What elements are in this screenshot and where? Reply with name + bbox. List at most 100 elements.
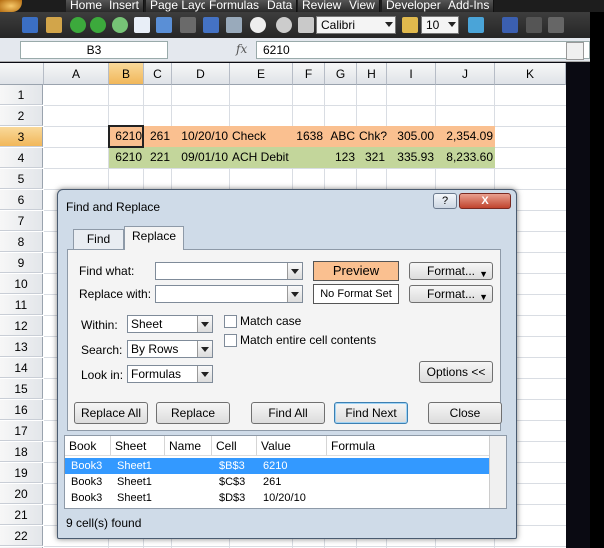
chevron-down-icon[interactable] [197, 366, 212, 382]
formula-input[interactable]: 6210 [256, 41, 590, 59]
back-icon[interactable] [70, 17, 86, 33]
shape-icon[interactable] [276, 17, 292, 33]
cell-f3[interactable]: 1638 [293, 126, 325, 146]
cell-g4[interactable]: 123 [325, 147, 357, 167]
options-button[interactable]: Options << [419, 361, 493, 383]
circle-icon[interactable] [250, 17, 266, 33]
column-header-k[interactable]: K [495, 63, 566, 85]
row-header-8[interactable]: 8 [0, 232, 43, 252]
fill-color-icon[interactable] [468, 17, 484, 33]
close-button[interactable]: Close [428, 402, 502, 424]
chart-icon[interactable] [226, 17, 242, 33]
help-button[interactable]: ? [433, 193, 457, 209]
row-header-10[interactable]: 10 [0, 274, 43, 294]
column-header-a[interactable]: A [44, 63, 109, 85]
cell-e4[interactable]: ACH Debit [230, 147, 293, 167]
tab-replace[interactable]: Replace [124, 226, 184, 250]
tab-review[interactable]: Review [298, 0, 347, 12]
row-header-5[interactable]: 5 [0, 169, 43, 189]
tab-developer[interactable]: Developer [382, 0, 446, 12]
text-box-icon[interactable] [298, 17, 314, 33]
column-header-g[interactable]: G [325, 63, 357, 85]
row-header-1[interactable]: 1 [0, 85, 43, 105]
column-header-c[interactable]: C [144, 63, 172, 85]
clear-icon[interactable] [526, 17, 542, 33]
cell-d4[interactable]: 09/01/10 [172, 147, 230, 167]
font-name-select[interactable]: Calibri [316, 16, 396, 34]
row-header-4[interactable]: 4 [0, 148, 43, 168]
result-row[interactable]: Book3 Sheet1 $B$3 6210 [65, 458, 489, 474]
font-color-icon[interactable] [502, 17, 518, 33]
results-header-formula[interactable]: Formula [327, 436, 489, 456]
expand-formula-bar-button[interactable] [566, 42, 584, 60]
search-select[interactable]: By Rows [127, 340, 213, 358]
results-header-value[interactable]: Value [257, 436, 327, 456]
find-all-button[interactable]: Find All [251, 402, 325, 424]
cell-c3[interactable]: 261 [144, 126, 172, 146]
cell-h4[interactable]: 321 [357, 147, 387, 167]
cell-e3[interactable]: Check [230, 126, 293, 146]
cell-h3[interactable]: Chk? [357, 126, 387, 146]
refresh-icon[interactable] [112, 17, 128, 33]
column-header-e[interactable]: E [230, 63, 293, 85]
filter-icon[interactable] [180, 17, 196, 33]
tab-add-ins[interactable]: Add-Ins [444, 0, 495, 12]
results-header-book[interactable]: Book [65, 436, 111, 456]
bold-icon[interactable] [548, 17, 564, 33]
within-select[interactable]: Sheet [127, 315, 213, 333]
cell-g3[interactable]: ABC [325, 126, 357, 146]
forward-icon[interactable] [90, 17, 106, 33]
match-case-checkbox[interactable] [224, 315, 237, 328]
row-header-9[interactable]: 9 [0, 253, 43, 273]
cell-f4[interactable] [293, 147, 325, 167]
results-scrollbar[interactable] [489, 436, 506, 508]
paint-icon[interactable] [402, 17, 418, 33]
results-header-sheet[interactable]: Sheet [111, 436, 165, 456]
cell-d3[interactable]: 10/20/10 [172, 126, 230, 146]
font-size-select[interactable]: 10 [421, 16, 459, 34]
undo-icon[interactable] [156, 17, 172, 33]
tab-data[interactable]: Data [263, 0, 298, 12]
row-header-6[interactable]: 6 [0, 190, 43, 210]
grid-icon[interactable] [203, 17, 219, 33]
row-header-20[interactable]: 20 [0, 484, 43, 504]
column-header-b[interactable]: B [109, 63, 144, 85]
row-header-17[interactable]: 17 [0, 421, 43, 441]
save-icon[interactable] [22, 17, 38, 33]
tab-view[interactable]: View [345, 0, 380, 12]
tab-home[interactable]: Home [66, 0, 108, 12]
replace-with-input[interactable] [155, 285, 303, 303]
row-header-3[interactable]: 3 [0, 127, 43, 147]
tab-formulas[interactable]: Formulas [205, 0, 265, 12]
row-header-2[interactable]: 2 [0, 106, 43, 126]
tab-insert[interactable]: Insert [105, 0, 145, 12]
column-header-i[interactable]: I [387, 63, 436, 85]
replace-format-button[interactable]: Format... ▼ [409, 285, 493, 303]
row-header-21[interactable]: 21 [0, 505, 43, 525]
table-icon[interactable] [134, 17, 150, 33]
cell-i4[interactable]: 335.93 [387, 147, 436, 167]
cell-c4[interactable]: 221 [144, 147, 172, 167]
cell-j4[interactable]: 8,233.60 [436, 147, 495, 167]
column-header-h[interactable]: H [357, 63, 387, 85]
name-box[interactable]: B3 [20, 41, 168, 59]
lookin-select[interactable]: Formulas [127, 365, 213, 383]
result-row[interactable]: Book3 Sheet1 $C$3 261 [65, 474, 489, 490]
row-header-18[interactable]: 18 [0, 442, 43, 462]
cell-i3[interactable]: 305.00 [387, 126, 436, 146]
row-header-22[interactable]: 22 [0, 526, 43, 546]
match-entire-checkbox[interactable] [224, 334, 237, 347]
row-header-11[interactable]: 11 [0, 295, 43, 315]
row-header-12[interactable]: 12 [0, 316, 43, 336]
office-button[interactable] [0, 0, 22, 12]
result-row[interactable]: Book3 Sheet1 $D$3 10/20/10 [65, 490, 489, 506]
results-header-cell[interactable]: Cell [212, 436, 257, 456]
row-header-16[interactable]: 16 [0, 400, 43, 420]
chevron-down-icon[interactable] [287, 263, 302, 279]
row-header-15[interactable]: 15 [0, 379, 43, 399]
find-format-button[interactable]: Format... ▼ [409, 262, 493, 280]
row-header-19[interactable]: 19 [0, 463, 43, 483]
chevron-down-icon[interactable] [287, 286, 302, 302]
replace-button[interactable]: Replace [156, 402, 230, 424]
tab-page-layout[interactable]: Page Layo [146, 0, 213, 12]
